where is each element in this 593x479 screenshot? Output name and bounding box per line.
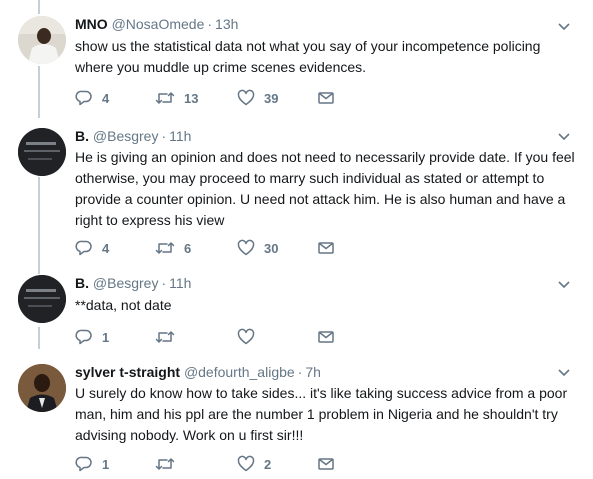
reply-count: 1 <box>102 329 110 345</box>
separator: · <box>161 275 167 291</box>
like-count: 2 <box>264 456 272 472</box>
tweet[interactable]: sylver t-straight @defourth_aligbe · 7h U … <box>0 354 593 479</box>
separator: · <box>161 128 167 144</box>
tweet-text-line: right to express his view <box>75 212 225 228</box>
retweet-icon <box>155 242 175 254</box>
chevron-down-icon[interactable] <box>557 132 571 142</box>
timestamp[interactable]: 11h <box>169 275 191 291</box>
envelope-icon <box>318 331 334 343</box>
message-button[interactable] <box>317 238 335 258</box>
reply-icon <box>75 240 92 256</box>
tweet-text-line: U surely do know how to take sides... it… <box>75 385 568 401</box>
heart-icon <box>237 239 255 256</box>
envelope-icon <box>318 92 334 104</box>
tweet[interactable]: MNO @NosaOmede · 13h show us the statistic… <box>0 0 593 118</box>
reply-count: 4 <box>102 90 110 106</box>
tweet-text-line: show us the statistical data not what yo… <box>75 38 541 54</box>
reply-count: 1 <box>102 456 110 472</box>
heart-icon <box>237 328 255 345</box>
retweet-button[interactable]: 6 <box>155 238 191 258</box>
heart-icon <box>237 455 255 472</box>
tweet-text-line: **data, not date <box>75 297 172 313</box>
tweet-text: show us the statistical data not what yo… <box>75 36 575 78</box>
like-button[interactable]: 2 <box>237 454 271 474</box>
like-button[interactable]: 30 <box>237 238 278 258</box>
like-button[interactable]: 39 <box>237 88 278 108</box>
tweet-text-line: provide a counter opinion. U need not at… <box>75 191 566 207</box>
chevron-down-icon[interactable] <box>557 368 571 378</box>
retweet-count: 13 <box>184 90 199 106</box>
reply-count: 4 <box>102 240 110 256</box>
author-handle[interactable]: @defourth_aligbe <box>184 364 295 380</box>
avatar[interactable] <box>18 364 66 412</box>
reply-icon <box>75 329 92 345</box>
like-count: 30 <box>264 240 279 256</box>
tweet-text: U surely do know how to take sides... it… <box>75 383 575 446</box>
retweet-icon <box>155 92 175 104</box>
like-count: 39 <box>264 90 279 106</box>
chevron-down-icon[interactable] <box>557 280 571 290</box>
reply-icon <box>75 456 92 472</box>
author-name[interactable]: B. <box>75 128 89 144</box>
tweet-text-line: otherwise, you may proceed to marry such… <box>75 170 545 186</box>
reply-button[interactable]: 4 <box>75 88 109 108</box>
reply-button[interactable]: 1 <box>75 327 109 347</box>
message-button[interactable] <box>317 88 335 108</box>
retweet-button[interactable] <box>155 327 184 347</box>
heart-icon <box>237 89 255 106</box>
tweet-text-line: where you muddle up crime scenes evidenc… <box>75 59 367 75</box>
retweet-button[interactable] <box>155 454 184 474</box>
retweet-icon <box>155 458 175 470</box>
envelope-icon <box>318 458 334 470</box>
retweet-button[interactable]: 13 <box>155 88 198 108</box>
avatar[interactable] <box>18 16 66 64</box>
chevron-down-icon[interactable] <box>557 22 571 32</box>
tweet[interactable]: B. @Besgrey · 11h He is giving an opinion … <box>0 118 593 266</box>
author-name[interactable]: sylver t-straight <box>75 364 180 380</box>
reply-button[interactable]: 1 <box>75 454 109 474</box>
timestamp[interactable]: 7h <box>305 364 321 380</box>
tweet[interactable]: B. @Besgrey · 11h **data, not date 1 <box>0 266 593 354</box>
avatar[interactable] <box>18 275 66 323</box>
separator: · <box>297 364 303 380</box>
author-name[interactable]: MNO <box>75 16 108 32</box>
tweet-text-line: advising nobody. Work on u first sir!!! <box>75 427 304 443</box>
author-name[interactable]: B. <box>75 275 89 291</box>
message-button[interactable] <box>317 454 335 474</box>
message-button[interactable] <box>317 327 335 347</box>
envelope-icon <box>318 242 334 254</box>
tweet-text-line: man, him and his ppl are the number 1 pr… <box>75 406 558 422</box>
tweet-text-line: He is giving an opinion and does not nee… <box>75 149 575 165</box>
author-handle[interactable]: @NosaOmede <box>112 16 205 32</box>
tweet-text: **data, not date <box>75 295 575 316</box>
timestamp[interactable]: 13h <box>215 16 238 32</box>
timestamp[interactable]: 11h <box>169 128 191 144</box>
author-handle[interactable]: @Besgrey <box>93 128 159 144</box>
author-handle[interactable]: @Besgrey <box>93 275 159 291</box>
separator: · <box>207 16 213 32</box>
retweet-icon <box>155 331 175 343</box>
tweet-text: He is giving an opinion and does not nee… <box>75 147 575 231</box>
retweet-count: 6 <box>184 240 192 256</box>
reply-button[interactable]: 4 <box>75 238 109 258</box>
avatar[interactable] <box>18 128 66 176</box>
like-button[interactable] <box>237 327 264 347</box>
reply-icon <box>75 90 92 106</box>
